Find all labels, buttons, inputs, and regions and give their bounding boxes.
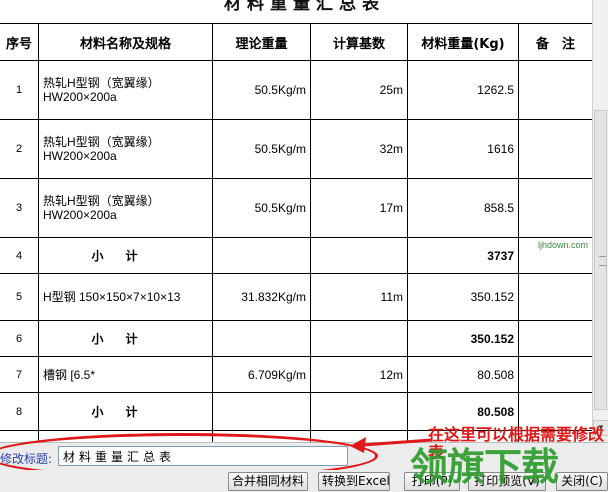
cell-subtotal-label: 小计 (38, 392, 213, 431)
scrollbar-grip-icon (599, 256, 606, 266)
cell-theory: 50.5Kg/m (212, 119, 311, 179)
cell-index: 6 (0, 320, 39, 357)
table-header-row: 序号 材料名称及规格 理论重量 计算基数 材料重量(Kg) 备 注 (0, 23, 593, 61)
material-table: 序号 材料名称及规格 理论重量 计算基数 材料重量(Kg) 备 注 1 热轧H型… (0, 23, 593, 454)
cell-base (310, 237, 408, 274)
table-row: 1 热轧H型钢（宽翼缘） HW200×200a 50.5Kg/m 25m 126… (0, 60, 593, 120)
col-header-note: 备 注 (518, 23, 593, 61)
cell-note (518, 119, 593, 179)
cell-base (310, 392, 408, 431)
cell-base: 25m (310, 60, 408, 120)
cell-note (518, 320, 593, 357)
table-row: 3 热轧H型钢（宽翼缘） HW200×200a 50.5Kg/m 17m 858… (0, 178, 593, 238)
cell-theory: 6.709Kg/m (212, 356, 311, 393)
vertical-scrollbar[interactable]: ▼ (592, 0, 608, 442)
cell-index: 3 (0, 178, 39, 238)
cell-note (518, 60, 593, 120)
cell-theory (212, 237, 311, 274)
watermark-url: ljhdown.com (536, 240, 591, 250)
report-title: 材料重量汇总表 (0, 0, 592, 18)
cell-base: 12m (310, 356, 408, 393)
cell-subtotal-label: 小计 (38, 320, 213, 357)
table-row: 7 槽钢 [6.5* 6.709Kg/m 12m 80.508 (0, 356, 593, 393)
cell-subtotal-label: 小计 (38, 237, 213, 274)
cell-base (310, 320, 408, 357)
cell-base: 17m (310, 178, 408, 238)
cell-index: 5 (0, 273, 39, 321)
cell-weight: 1262.5 (407, 60, 519, 120)
table-row: 2 热轧H型钢（宽翼缘） HW200×200a 50.5Kg/m 32m 161… (0, 119, 593, 179)
scrollbar-thumb[interactable] (594, 110, 607, 410)
table-row: 5 H型钢 150×150×7×10×13 31.832Kg/m 11m 350… (0, 273, 593, 321)
report-title-text: 材料重量汇总表 (224, 0, 385, 14)
cell-index: 8 (0, 392, 39, 431)
cell-theory: 31.832Kg/m (212, 273, 311, 321)
cell-base: 32m (310, 119, 408, 179)
edit-title-label: 修改标题: (0, 452, 53, 466)
cell-theory: 50.5Kg/m (212, 178, 311, 238)
cell-note (518, 356, 593, 393)
cell-weight: 858.5 (407, 178, 519, 238)
col-header-theory-weight: 理论重量 (212, 23, 311, 61)
subtotal-row: 4 小计 3737 (0, 237, 593, 274)
cell-weight: 80.508 (407, 356, 519, 393)
cell-name: 热轧H型钢（宽翼缘） HW200×200a (38, 119, 213, 179)
cell-weight: 1616 (407, 119, 519, 179)
edit-title-input[interactable] (58, 446, 348, 466)
cell-name: 热轧H型钢（宽翼缘） HW200×200a (38, 178, 213, 238)
subtotal-row: 6 小计 350.152 (0, 320, 593, 357)
cell-index: 4 (0, 237, 39, 274)
export-excel-button[interactable]: 转换到Excel (318, 472, 390, 491)
col-header-index: 序号 (0, 23, 39, 61)
cell-subtotal-weight: 3737 (407, 237, 519, 274)
cell-name: 热轧H型钢（宽翼缘） HW200×200a (38, 60, 213, 120)
cell-base: 11m (310, 273, 408, 321)
cell-subtotal-weight: 350.152 (407, 320, 519, 357)
cell-note (518, 178, 593, 238)
cell-weight: 350.152 (407, 273, 519, 321)
cell-index: 2 (0, 119, 39, 179)
cell-theory (212, 392, 311, 431)
col-header-base: 计算基数 (310, 23, 408, 61)
col-header-name: 材料名称及规格 (38, 23, 213, 61)
merge-materials-button[interactable]: 合并相同材料 (228, 472, 308, 491)
cell-name: H型钢 150×150×7×10×13 (38, 273, 213, 321)
cell-note (518, 273, 593, 321)
watermark-logo: 领旗下载 (410, 445, 559, 489)
cell-index: 7 (0, 356, 39, 393)
col-header-material-weight: 材料重量(Kg) (407, 23, 519, 61)
cell-theory: 50.5Kg/m (212, 60, 311, 120)
cell-name: 槽钢 [6.5* (38, 356, 213, 393)
cell-index: 1 (0, 60, 39, 120)
cell-theory (212, 320, 311, 357)
